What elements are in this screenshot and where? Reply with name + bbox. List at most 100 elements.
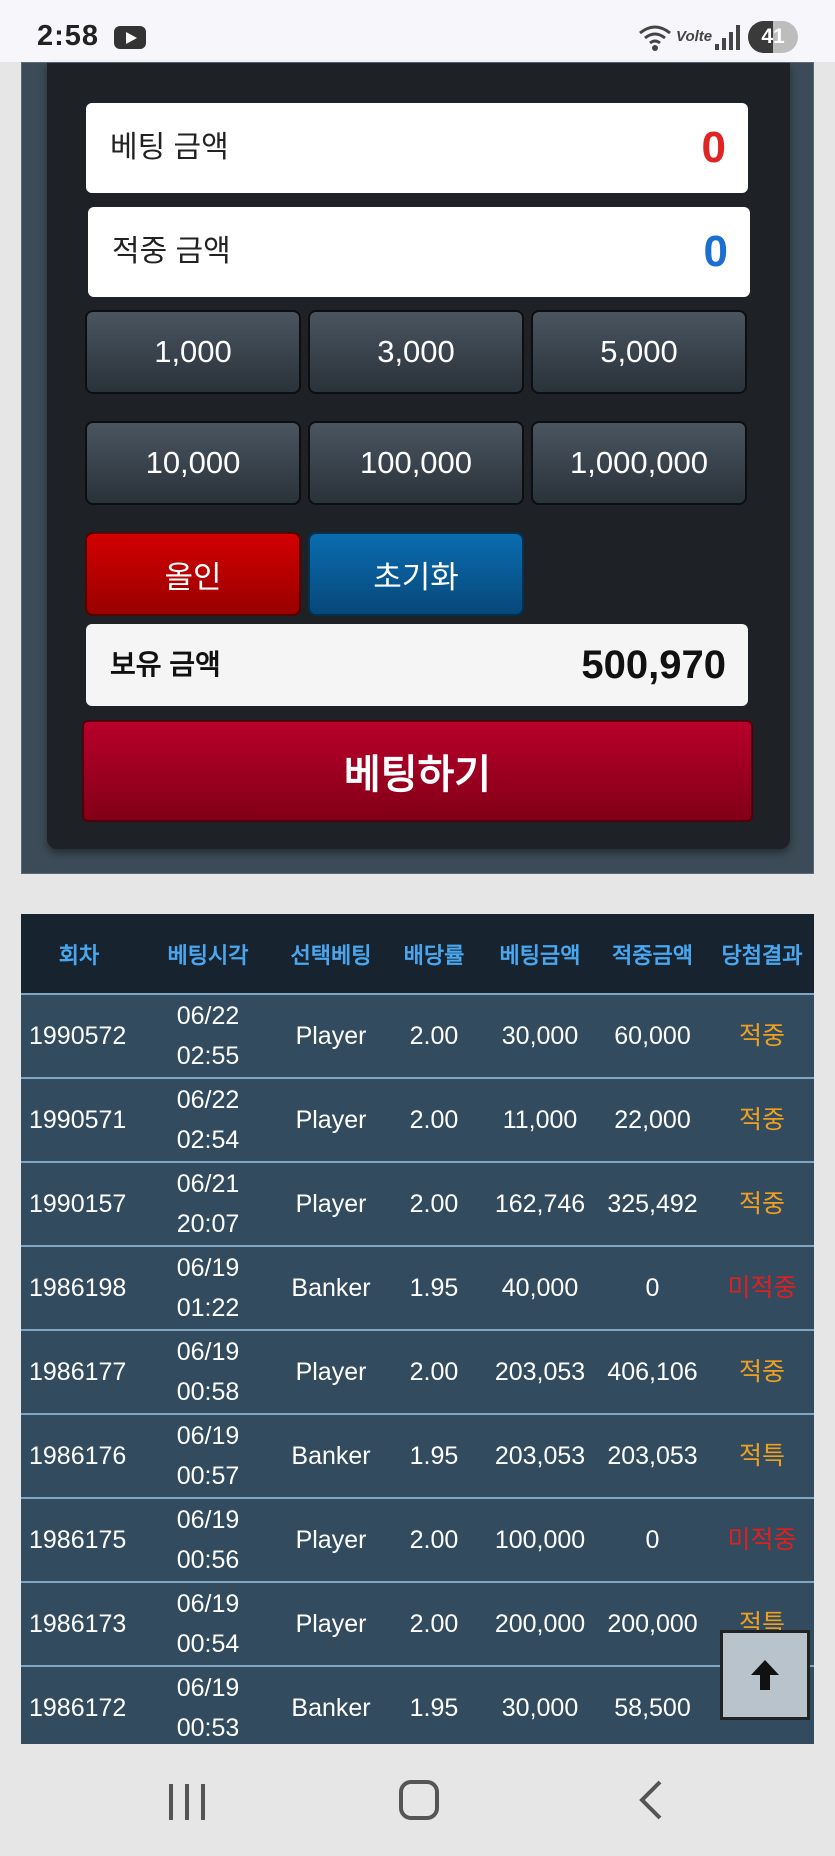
round-cell: 1986177 bbox=[29, 1358, 127, 1386]
bet-clock: 00:58 bbox=[176, 1378, 240, 1406]
bet-time-cell: 06/21 20:07 bbox=[137, 1163, 279, 1245]
recent-apps-icon[interactable] bbox=[167, 1784, 207, 1820]
bet-time-cell: 06/22 02:54 bbox=[137, 1079, 279, 1161]
pick-cell: Player bbox=[295, 1022, 367, 1050]
pick-cell: Banker bbox=[291, 1442, 371, 1470]
odds-cell: 1.95 bbox=[409, 1274, 459, 1302]
win-amount-value: 0 bbox=[703, 227, 728, 276]
round-cell: 1990571 bbox=[29, 1106, 127, 1134]
result-cell: 적중 bbox=[738, 1190, 785, 1218]
reset-button[interactable]: 초기화 bbox=[308, 532, 524, 616]
column-header-bet-time: 베팅시각 bbox=[167, 942, 249, 968]
bet-date: 06/22 bbox=[176, 1086, 240, 1114]
result-cell: 미적중 bbox=[727, 1526, 797, 1554]
column-header-result: 당첨결과 bbox=[721, 942, 803, 968]
bet-clock: 00:53 bbox=[176, 1714, 240, 1742]
bet-time-cell: 06/19 00:57 bbox=[137, 1415, 279, 1497]
bet-date: 06/19 bbox=[176, 1590, 240, 1618]
round-cell: 1990572 bbox=[29, 1022, 127, 1050]
bet-time-cell: 06/22 02:55 bbox=[137, 995, 279, 1077]
table-row: 1986176 06/19 00:57 Banker 1.95 203,053 203,05… bbox=[21, 1415, 814, 1499]
pick-cell: Banker bbox=[291, 1694, 371, 1722]
bet-amount-cell: 100,000 bbox=[494, 1526, 586, 1554]
place-bet-button[interactable]: 베팅하기 bbox=[82, 720, 753, 822]
bet-time-cell: 06/19 00:56 bbox=[137, 1499, 279, 1581]
table-row: 1986198 06/19 01:22 Banker 1.95 40,000 0 미적중 bbox=[21, 1247, 814, 1331]
signal-icon bbox=[715, 25, 740, 50]
bet-date: 06/22 bbox=[176, 1002, 240, 1030]
chip-button-1000[interactable]: 1,000 bbox=[85, 310, 301, 394]
battery-icon: 41 bbox=[748, 21, 798, 53]
table-row: 1986175 06/19 00:56 Player 2.00 100,000 0 미적중 bbox=[21, 1499, 814, 1583]
bet-clock: 00:54 bbox=[176, 1630, 240, 1658]
volte-label: Volte bbox=[676, 28, 713, 45]
balance-label: 보유 금액 bbox=[110, 649, 221, 680]
column-header-round: 회차 bbox=[58, 942, 100, 968]
chip-button-5000[interactable]: 5,000 bbox=[531, 310, 747, 394]
odds-cell: 2.00 bbox=[409, 1358, 459, 1386]
home-icon[interactable] bbox=[399, 1780, 439, 1820]
win-amount-cell: 60,000 bbox=[614, 1022, 691, 1050]
bet-clock: 00:57 bbox=[176, 1462, 240, 1490]
column-header-pick: 선택베팅 bbox=[290, 942, 372, 968]
odds-cell: 1.95 bbox=[409, 1694, 459, 1722]
bet-amount-label: 베팅 금액 bbox=[110, 131, 229, 164]
bet-time-cell: 06/19 00:53 bbox=[137, 1667, 279, 1744]
round-cell: 1986172 bbox=[29, 1694, 127, 1722]
table-body: 1990572 06/22 02:55 Player 2.00 30,000 60,000 적… bbox=[21, 995, 814, 1744]
table-row: 1990157 06/21 20:07 Player 2.00 162,746 325,49… bbox=[21, 1163, 814, 1247]
battery-level: 41 bbox=[761, 25, 785, 48]
bet-clock: 20:07 bbox=[176, 1210, 240, 1238]
win-amount-box: 적중 금액 0 bbox=[88, 207, 750, 297]
chip-button-100000[interactable]: 100,000 bbox=[308, 421, 524, 505]
bet-date: 06/21 bbox=[176, 1170, 240, 1198]
bet-panel-wrapper: 베팅 금액 0 적중 금액 0 1,000 3,000 5,000 10,000… bbox=[21, 62, 814, 874]
balance-box: 보유 금액 500,970 bbox=[86, 624, 748, 706]
bet-amount-cell: 162,746 bbox=[494, 1190, 586, 1218]
table-row: 1986173 06/19 00:54 Player 2.00 200,000 200,00… bbox=[21, 1583, 814, 1667]
round-cell: 1990157 bbox=[29, 1190, 127, 1218]
chip-button-1000000[interactable]: 1,000,000 bbox=[531, 421, 747, 505]
bet-clock: 00:56 bbox=[176, 1546, 240, 1574]
bet-history-table: 회차 베팅시각 선택베팅 배당률 베팅금액 적중금액 당첨결과 1990572 0… bbox=[21, 914, 814, 1744]
chip-button-3000[interactable]: 3,000 bbox=[308, 310, 524, 394]
bet-amount-cell: 200,000 bbox=[494, 1610, 586, 1638]
bet-clock: 02:54 bbox=[176, 1126, 240, 1154]
table-row: 1990571 06/22 02:54 Player 2.00 11,000 22,000 적… bbox=[21, 1079, 814, 1163]
odds-cell: 2.00 bbox=[409, 1106, 459, 1134]
bet-time-cell: 06/19 01:22 bbox=[137, 1247, 279, 1329]
bet-date: 06/19 bbox=[176, 1422, 240, 1450]
bet-amount-cell: 30,000 bbox=[501, 1694, 579, 1722]
round-cell: 1986175 bbox=[29, 1526, 127, 1554]
win-amount-cell: 406,106 bbox=[607, 1358, 698, 1386]
bet-date: 06/19 bbox=[176, 1254, 240, 1282]
bet-clock: 01:22 bbox=[176, 1294, 240, 1322]
column-header-bet-amount: 베팅금액 bbox=[499, 942, 581, 968]
table-row: 1986177 06/19 00:58 Player 2.00 203,053 406,10… bbox=[21, 1331, 814, 1415]
bet-time-cell: 06/19 00:54 bbox=[137, 1583, 279, 1665]
win-amount-cell: 58,500 bbox=[614, 1694, 691, 1722]
win-amount-cell: 22,000 bbox=[614, 1106, 691, 1134]
round-cell: 1986173 bbox=[29, 1610, 127, 1638]
pick-cell: Player bbox=[295, 1526, 367, 1554]
table-row: 1990572 06/22 02:55 Player 2.00 30,000 60,000 적… bbox=[21, 995, 814, 1079]
round-cell: 1986176 bbox=[29, 1442, 127, 1470]
result-cell: 적중 bbox=[738, 1022, 785, 1050]
bet-date: 06/19 bbox=[176, 1674, 240, 1702]
result-cell: 적중 bbox=[738, 1358, 785, 1386]
all-in-button[interactable]: 올인 bbox=[85, 532, 301, 616]
wifi-icon bbox=[639, 25, 671, 51]
win-amount-cell: 0 bbox=[645, 1274, 660, 1302]
back-icon[interactable] bbox=[636, 1780, 666, 1820]
system-nav-bar bbox=[0, 1744, 835, 1856]
status-time: 2:58 bbox=[37, 20, 100, 52]
pick-cell: Player bbox=[295, 1106, 367, 1134]
result-cell: 적특 bbox=[738, 1442, 785, 1470]
youtube-icon bbox=[114, 26, 146, 49]
odds-cell: 1.95 bbox=[409, 1442, 459, 1470]
chip-button-10000[interactable]: 10,000 bbox=[85, 421, 301, 505]
bet-amount-box: 베팅 금액 0 bbox=[86, 103, 748, 193]
pick-cell: Banker bbox=[291, 1274, 371, 1302]
bet-amount-cell: 11,000 bbox=[502, 1106, 578, 1134]
scroll-to-top-button[interactable] bbox=[720, 1630, 810, 1720]
